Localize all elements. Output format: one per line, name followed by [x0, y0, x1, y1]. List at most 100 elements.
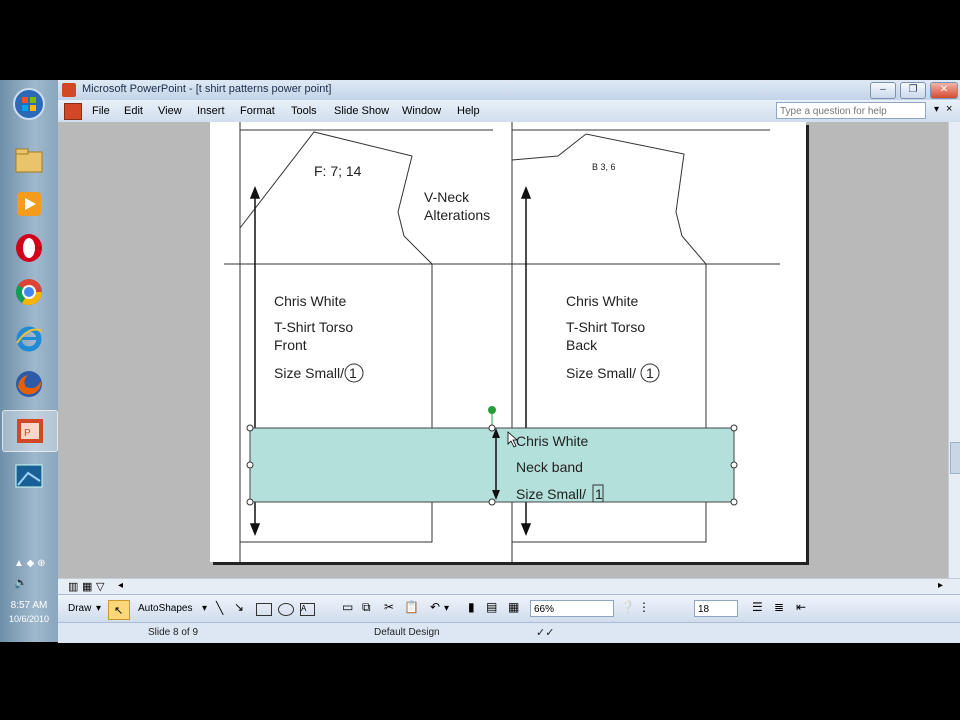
insert-table-icon[interactable]: ▤: [486, 600, 497, 614]
back-label: B 3, 6: [592, 162, 616, 172]
menu-help[interactable]: Help: [457, 105, 480, 117]
internet-explorer-icon[interactable]: [11, 320, 47, 356]
menu-file[interactable]: File: [92, 105, 110, 117]
close-document-icon[interactable]: ×: [946, 103, 952, 115]
draw-menu[interactable]: Draw: [68, 603, 91, 614]
vertical-scrollbar[interactable]: [948, 122, 960, 578]
close-button[interactable]: ✕: [930, 82, 958, 99]
back-size-number: 1: [646, 365, 654, 381]
svg-text:P: P: [24, 428, 31, 439]
slide-show-icon[interactable]: ▽: [96, 580, 104, 593]
front-piece-line2: Front: [274, 337, 307, 353]
view-bar: ▥ ▦ ▽ ◂ ▸: [58, 578, 960, 595]
document-icon[interactable]: [64, 103, 82, 120]
front-label: F: 7; 14: [314, 163, 362, 179]
decrease-indent-icon[interactable]: ⇤: [796, 600, 806, 614]
alterations-line2: Alterations: [424, 207, 490, 223]
undo-dropdown-icon[interactable]: ▾: [444, 603, 449, 614]
back-piece-line1: T-Shirt Torso: [566, 319, 645, 335]
menu-format[interactable]: Format: [240, 105, 275, 117]
draw-dropdown-icon[interactable]: ▾: [96, 603, 101, 614]
menu-slide-show[interactable]: Slide Show: [334, 105, 389, 117]
neck-band-selected-shape[interactable]: [246, 406, 738, 506]
font-size-combo[interactable]: 18: [694, 600, 738, 617]
drawing-toolbar: Draw ▾ ↖ AutoShapes ▾ ╲ ↘ A ▭ ⧉ ✂ 📋 ↶ ▾ …: [58, 594, 960, 623]
powerpoint-icon: P: [17, 419, 43, 443]
media-player-icon[interactable]: [11, 186, 47, 222]
scroll-right-icon[interactable]: ▸: [938, 580, 943, 591]
title-bar: Microsoft PowerPoint - [t shirt patterns…: [58, 80, 960, 101]
powerpoint-taskbar-button[interactable]: P: [2, 410, 58, 452]
window-title: Microsoft PowerPoint - [t shirt patterns…: [82, 83, 332, 95]
front-size: Size Small/: [274, 365, 344, 381]
neckband-name[interactable]: Chris White: [516, 433, 589, 449]
taskbar: P ▲ ◆ ⊕ 🔈: [0, 80, 59, 642]
neckband-size[interactable]: Size Small/: [516, 486, 586, 502]
menu-tools[interactable]: Tools: [291, 105, 317, 117]
restore-button[interactable]: ❐: [900, 82, 926, 99]
rectangle-tool-icon[interactable]: [256, 603, 272, 616]
normal-view-icon[interactable]: ▥: [68, 580, 78, 593]
oval-tool-icon[interactable]: [278, 603, 294, 616]
insert-chart-icon[interactable]: ▮: [468, 600, 475, 614]
slide-editing-area: F: 7; 14 V-Neck Alterations B 3, 6 Chris…: [58, 122, 948, 578]
line-tool-icon[interactable]: ╲: [216, 601, 223, 615]
design-name: Default Design: [374, 627, 440, 638]
menu-insert[interactable]: Insert: [197, 105, 225, 117]
app-icon[interactable]: [62, 83, 76, 97]
minimize-button[interactable]: –: [870, 82, 896, 99]
slide-sorter-icon[interactable]: ▦: [82, 580, 92, 593]
select-objects-button[interactable]: ↖: [108, 600, 130, 620]
autoshapes-menu[interactable]: AutoShapes: [138, 603, 193, 614]
spellcheck-icon[interactable]: ✓✓: [536, 626, 554, 639]
bullets-icon[interactable]: ≣: [774, 600, 784, 614]
volume-icon[interactable]: 🔈: [14, 576, 28, 589]
help-icon[interactable]: ❔: [620, 600, 635, 614]
slide-canvas[interactable]: F: 7; 14 V-Neck Alterations B 3, 6 Chris…: [210, 122, 806, 562]
scroll-thumb[interactable]: [950, 442, 960, 474]
firefox-icon[interactable]: [11, 366, 47, 402]
font-size-value: 18: [698, 604, 710, 615]
cut-icon[interactable]: ✂: [384, 600, 394, 614]
menu-edit[interactable]: Edit: [124, 105, 143, 117]
slide-indicator: Slide 8 of 9: [148, 627, 199, 638]
menu-view[interactable]: View: [158, 105, 182, 117]
toolbar-grip-icon: ⋮: [638, 600, 650, 614]
front-piece-line1: T-Shirt Torso: [274, 319, 353, 335]
new-slide-icon[interactable]: ▭: [342, 600, 353, 614]
clock-time[interactable]: 8:57 AM: [0, 600, 58, 611]
back-name: Chris White: [566, 293, 639, 309]
front-size-number: 1: [349, 365, 357, 381]
powerpoint-window: Microsoft PowerPoint - [t shirt patterns…: [58, 80, 960, 643]
front-name: Chris White: [274, 293, 347, 309]
neckband-size-number[interactable]: 1: [595, 486, 603, 502]
zoom-value: 66%: [534, 604, 555, 615]
autoshapes-dropdown-icon[interactable]: ▾: [202, 603, 207, 614]
image-viewer-icon[interactable]: [11, 458, 47, 494]
status-bar: Slide 8 of 9 Default Design ✓✓: [58, 622, 960, 643]
tray-icons: ▲ ◆ ⊕: [14, 558, 46, 569]
scroll-left-icon[interactable]: ◂: [118, 580, 123, 591]
alterations-line1: V-Neck: [424, 189, 470, 205]
grid-icon[interactable]: ▦: [508, 600, 519, 614]
textbox-tool-icon[interactable]: A: [300, 603, 315, 616]
opera-icon[interactable]: [11, 230, 47, 266]
zoom-combo[interactable]: 66%: [530, 600, 614, 617]
help-dropdown-icon[interactable]: ▾: [934, 104, 939, 115]
undo-icon[interactable]: ↶: [430, 600, 440, 614]
copy-icon[interactable]: ⧉: [362, 600, 371, 615]
help-search-input[interactable]: Type a question for help: [776, 102, 926, 119]
folder-icon[interactable]: [11, 142, 47, 178]
rotation-handle[interactable]: [488, 406, 496, 414]
arrow-tool-icon[interactable]: ↘: [234, 600, 244, 614]
start-orb-icon[interactable]: [11, 86, 47, 122]
neckband-piece[interactable]: Neck band: [516, 459, 583, 475]
back-size: Size Small/: [566, 365, 636, 381]
menu-bar: File Edit View Insert Format Tools Slide…: [58, 100, 960, 123]
arrow-cursor-icon: ↖: [114, 605, 124, 617]
paste-icon[interactable]: 📋: [404, 600, 419, 614]
menu-window[interactable]: Window: [402, 105, 441, 117]
back-piece-line2: Back: [566, 337, 598, 353]
numbering-icon[interactable]: ☰: [752, 600, 763, 614]
chrome-icon[interactable]: [11, 274, 47, 310]
